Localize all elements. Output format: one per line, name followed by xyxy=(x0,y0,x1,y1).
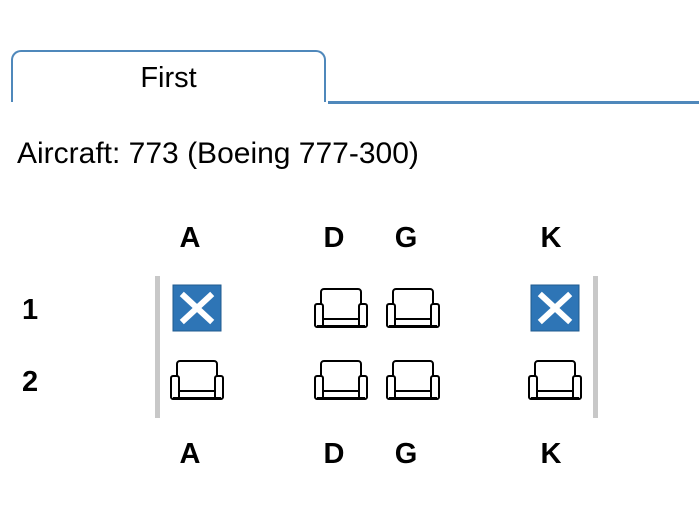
seat-2a[interactable] xyxy=(169,354,225,406)
column-label-d-bottom: D xyxy=(323,438,345,470)
row-label-2: 2 xyxy=(22,366,39,398)
seat-available-icon xyxy=(385,282,441,334)
column-label-g-bottom: G xyxy=(394,438,418,470)
column-label-a-bottom: A xyxy=(179,438,201,470)
seat-1a xyxy=(169,282,225,334)
aircraft-info: Aircraft: 773 (Boeing 777-300) xyxy=(17,137,419,170)
column-label-a-top: A xyxy=(179,222,201,254)
seat-1d[interactable] xyxy=(313,282,369,334)
right-cabin-wall xyxy=(593,276,598,418)
seat-available-icon xyxy=(313,282,369,334)
cabin-tab-bar: First xyxy=(0,0,699,106)
seat-1g[interactable] xyxy=(385,282,441,334)
column-label-k-top: K xyxy=(540,222,562,254)
seat-2k[interactable] xyxy=(527,354,583,406)
tab-first[interactable]: First xyxy=(11,50,326,102)
seat-available-icon xyxy=(169,354,225,406)
column-label-d-top: D xyxy=(323,222,345,254)
seat-occupied-icon xyxy=(527,282,583,334)
left-cabin-wall xyxy=(155,276,160,418)
tab-bar-baseline xyxy=(328,101,699,104)
seat-1k xyxy=(527,282,583,334)
seat-available-icon xyxy=(385,354,441,406)
seat-available-icon xyxy=(527,354,583,406)
seat-2g[interactable] xyxy=(385,354,441,406)
seat-2d[interactable] xyxy=(313,354,369,406)
row-label-1: 1 xyxy=(22,294,39,326)
column-label-k-bottom: K xyxy=(540,438,562,470)
seat-occupied-icon xyxy=(169,282,225,334)
column-label-g-top: G xyxy=(394,222,418,254)
seat-available-icon xyxy=(313,354,369,406)
tab-first-label: First xyxy=(140,62,197,94)
